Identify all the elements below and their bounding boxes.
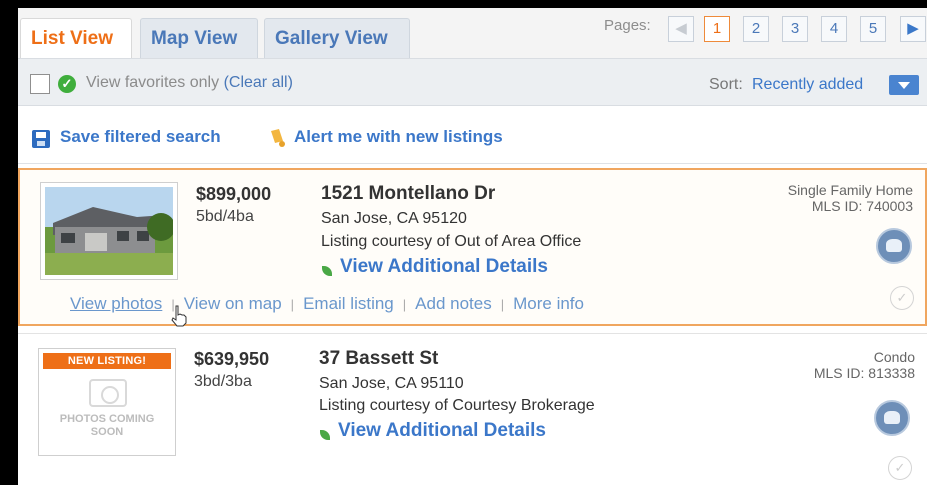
favorite-toggle-icon[interactable]: ✓ — [888, 456, 912, 480]
listing-address[interactable]: 1521 Montellano Dr — [321, 183, 495, 205]
view-photos-link[interactable]: View photos — [70, 294, 162, 313]
listing-courtesy: Listing courtesy of Courtesy Brokerage — [319, 397, 595, 414]
page-5-button[interactable]: 5 — [860, 16, 886, 42]
camera-icon — [89, 379, 127, 407]
favorites-only-text: View favorites only — [86, 74, 220, 91]
listing-results-panel: List View Map View Gallery View Pages: ◀… — [18, 8, 927, 485]
hand-cursor-icon — [171, 305, 187, 327]
property-type: Single Family Home — [787, 182, 913, 198]
tab-list-view[interactable]: List View — [20, 18, 132, 58]
listing-item[interactable]: NEW LISTING! PHOTOS COMING SOON $639,950… — [18, 333, 927, 485]
leaf-icon — [322, 266, 332, 276]
sort-dropdown-value[interactable]: Recently added — [752, 76, 863, 94]
more-info-link[interactable]: More info — [513, 294, 584, 313]
listing-photo-placeholder[interactable]: NEW LISTING! PHOTOS COMING SOON — [38, 348, 176, 456]
alert-new-listings-link[interactable]: Alert me with new listings — [294, 127, 503, 147]
add-notes-link[interactable]: Add notes — [415, 294, 492, 313]
listing-actions: View photos | View on map | Email listing | Ad… — [70, 294, 584, 313]
favorites-only-label: View favorites only (Clear all) — [86, 74, 293, 92]
photo-placeholder: NEW LISTING! PHOTOS COMING SOON — [43, 353, 171, 451]
view-tabs-bar: List View Map View Gallery View Pages: ◀… — [18, 8, 927, 58]
map-locate-icon[interactable] — [874, 400, 910, 436]
save-disk-icon — [32, 130, 50, 148]
favorite-toggle-icon[interactable]: ✓ — [890, 286, 914, 310]
mls-id: MLS ID: 740003 — [811, 198, 913, 214]
next-page-button[interactable]: ▶ — [900, 16, 926, 42]
pages-label: Pages: — [604, 17, 651, 34]
view-additional-details-link[interactable]: View Additional Details — [338, 420, 546, 442]
email-listing-link[interactable]: Email listing — [303, 294, 394, 313]
house-photo-image — [45, 187, 173, 275]
new-listing-badge: NEW LISTING! — [43, 353, 171, 369]
map-locate-icon[interactable] — [876, 228, 912, 264]
listing-courtesy: Listing courtesy of Out of Area Office — [321, 233, 582, 250]
listing-beds-baths: 5bd/4ba — [196, 208, 254, 225]
prev-page-button[interactable]: ◀ — [668, 16, 694, 42]
property-type: Condo — [873, 349, 915, 365]
listing-price: $899,000 — [196, 184, 272, 204]
sort-dropdown-button[interactable] — [889, 75, 919, 95]
view-on-map-link[interactable]: View on map — [184, 294, 282, 313]
tab-map-view[interactable]: Map View — [140, 18, 258, 58]
listing-beds-baths: 3bd/3ba — [194, 373, 252, 390]
listing-city: San Jose, CA 95120 — [321, 210, 467, 227]
leaf-icon — [320, 430, 330, 440]
sort-label: Sort: — [709, 76, 743, 93]
house-photo — [45, 187, 173, 275]
page-2-button[interactable]: 2 — [743, 16, 769, 42]
favorites-only-checkbox[interactable] — [30, 74, 50, 94]
filter-bar: ✓ View favorites only (Clear all) Sort: … — [18, 58, 927, 106]
listing-price: $639,950 — [194, 349, 270, 369]
photos-coming-soon-text: PHOTOS COMING SOON — [59, 413, 155, 438]
clear-all-link[interactable]: (Clear all) — [224, 74, 293, 91]
page-1-button[interactable]: 1 — [704, 16, 730, 42]
search-actions-bar: Save filtered search Alert me with new l… — [18, 112, 927, 164]
save-filtered-search-link[interactable]: Save filtered search — [60, 127, 221, 147]
bell-icon — [271, 129, 285, 147]
listing-address[interactable]: 37 Bassett St — [319, 348, 438, 370]
listing-city: San Jose, CA 95110 — [319, 375, 464, 392]
listing-item[interactable]: $899,000 5bd/4ba 1521 Montellano Dr San … — [18, 168, 927, 327]
page-4-button[interactable]: 4 — [821, 16, 847, 42]
mls-id: MLS ID: 813338 — [813, 365, 915, 381]
view-additional-details-link[interactable]: View Additional Details — [340, 256, 548, 278]
listing-photo[interactable] — [40, 182, 178, 280]
tab-gallery-view[interactable]: Gallery View — [264, 18, 410, 58]
page-3-button[interactable]: 3 — [782, 16, 808, 42]
checkmark-icon: ✓ — [58, 75, 76, 93]
